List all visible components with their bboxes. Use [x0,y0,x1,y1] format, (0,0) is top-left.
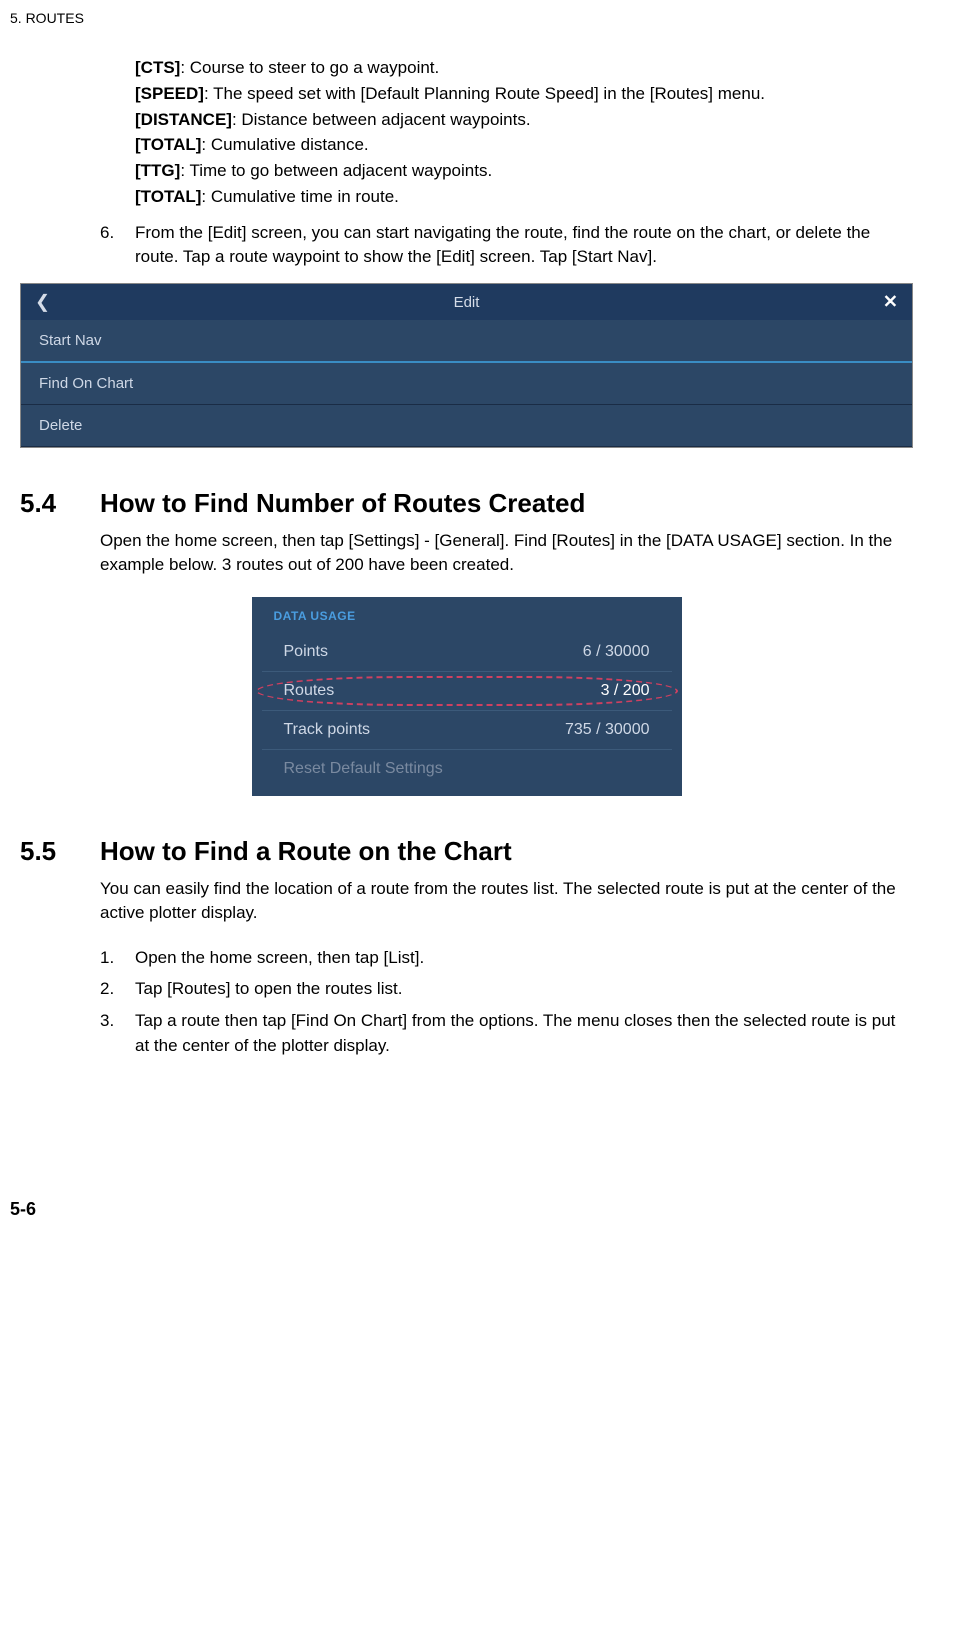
term-cts: [CTS] [135,58,180,77]
du-track-value: 735 / 30000 [565,721,650,739]
desc-total1: : Cumulative distance. [201,135,368,154]
term-ttg: [TTG] [135,161,180,180]
edit-item-start-nav[interactable]: Start Nav [21,320,912,363]
section-5-5-steps: 1. Open the home screen, then tap [List]… [100,945,913,1059]
section-5-5-num: 5.5 [20,836,100,867]
term-speed: [SPEED] [135,84,204,103]
data-usage-row-reset[interactable]: Reset Default Settings [262,750,672,788]
step-2-num: 2. [100,976,135,1002]
desc-speed: : The speed set with [Default Planning R… [204,84,765,103]
chapter-header: 5. ROUTES [10,10,913,26]
step-1-num: 1. [100,945,135,971]
section-5-5-heading: How to Find a Route on the Chart [100,836,512,866]
data-usage-row-points[interactable]: Points 6 / 30000 [262,633,672,672]
du-track-label: Track points [284,721,371,739]
section-5-4-heading: How to Find Number of Routes Created [100,488,585,518]
definitions-block: [CTS]: Course to steer to go a waypoint.… [135,56,913,209]
edit-item-delete[interactable]: Delete [21,405,912,447]
step-3-text: Tap a route then tap [Find On Chart] fro… [135,1008,913,1059]
step-1: 1. Open the home screen, then tap [List]… [100,945,913,971]
data-usage-panel: DATA USAGE Points 6 / 30000 Routes 3 / 2… [252,597,682,796]
back-icon[interactable]: ❮ [35,292,50,313]
term-total2: [TOTAL] [135,187,201,206]
du-reset-label: Reset Default Settings [284,760,443,778]
du-routes-label: Routes [284,682,335,700]
page-number: 5-6 [10,1199,913,1220]
section-5-5-body: You can easily find the location of a ro… [100,877,913,925]
step-1-text: Open the home screen, then tap [List]. [135,945,913,971]
section-5-4-title: 5.4How to Find Number of Routes Created [20,488,913,519]
data-usage-row-track[interactable]: Track points 735 / 30000 [262,711,672,750]
section-5-4-num: 5.4 [20,488,100,519]
section-5-4-body: Open the home screen, then tap [Settings… [100,529,913,577]
desc-ttg: : Time to go between adjacent waypoints. [180,161,492,180]
du-points-label: Points [284,643,328,661]
step-3: 3. Tap a route then tap [Find On Chart] … [100,1008,913,1059]
step-6-text: From the [Edit] screen, you can start na… [135,221,913,269]
step-6-number: 6. [100,221,135,269]
data-usage-header: DATA USAGE [252,609,682,633]
edit-header: ❮ Edit ✕ [21,284,912,320]
step-2-text: Tap [Routes] to open the routes list. [135,976,913,1002]
close-icon[interactable]: ✕ [883,292,898,313]
step-6: 6. From the [Edit] screen, you can start… [100,221,913,269]
edit-screen: ❮ Edit ✕ Start Nav Find On Chart Delete [20,283,913,448]
step-3-num: 3. [100,1008,135,1059]
desc-cts: : Course to steer to go a waypoint. [180,58,439,77]
section-5-5-title: 5.5How to Find a Route on the Chart [20,836,913,867]
du-routes-value: 3 / 200 [601,682,650,700]
step-2: 2. Tap [Routes] to open the routes list. [100,976,913,1002]
du-points-value: 6 / 30000 [583,643,650,661]
term-distance: [DISTANCE] [135,110,232,129]
data-usage-row-routes[interactable]: Routes 3 / 200 [262,672,672,711]
desc-distance: : Distance between adjacent waypoints. [232,110,531,129]
term-total1: [TOTAL] [135,135,201,154]
edit-item-find-on-chart[interactable]: Find On Chart [21,363,912,405]
edit-title: Edit [454,294,480,311]
desc-total2: : Cumulative time in route. [201,187,398,206]
